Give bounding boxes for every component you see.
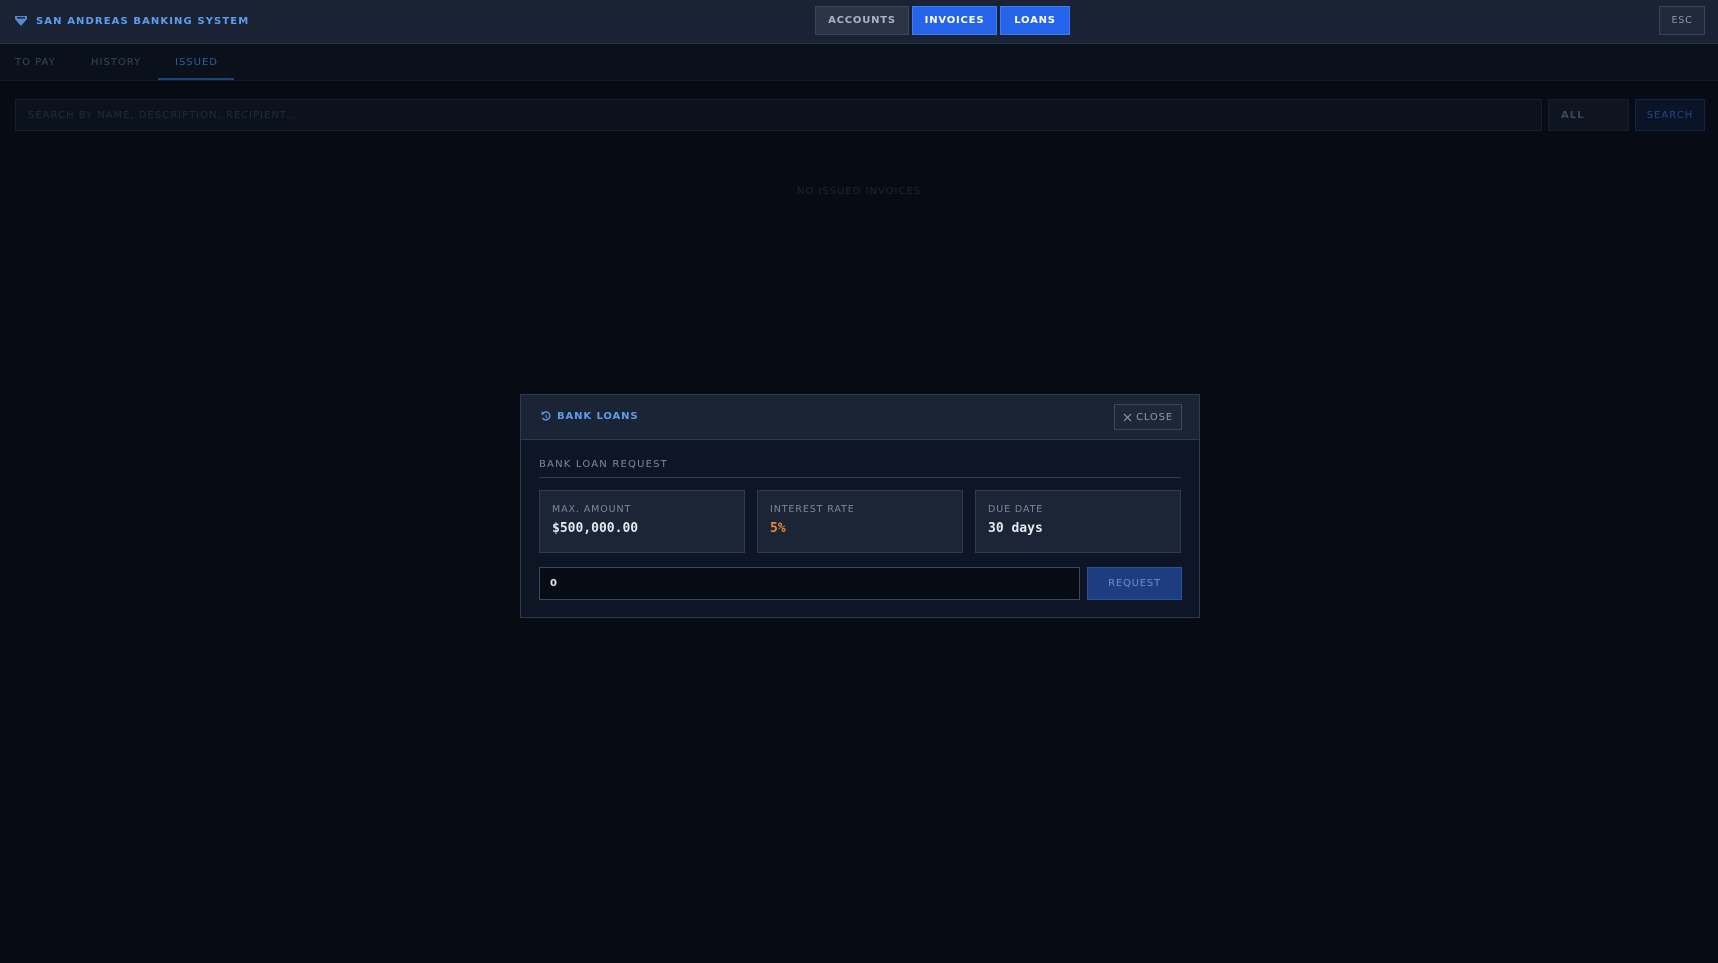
invoice-subtabs: TO PAY HISTORY ISSUED [0,44,1718,81]
stat-label: INTEREST RATE [770,504,855,515]
banking-app: SAN ANDREAS BANKING SYSTEM ACCOUNTS INVO… [0,0,1718,963]
section-title: BANK LOAN REQUEST [539,459,1181,478]
stat-value: 5% [770,521,786,536]
stat-value: $500,000.00 [552,521,639,536]
stat-label: DUE DATE [988,504,1044,515]
bank-loans-modal: BANK LOANS CLOSE BANK LOAN REQUEST MAX. … [520,394,1200,618]
subtab-to-pay[interactable]: TO PAY [15,44,56,80]
stat-label: MAX. AMOUNT [552,504,632,515]
close-label: CLOSE [1136,411,1173,423]
active-subtab-indicator [158,78,234,80]
request-button[interactable]: REQUEST [1087,567,1182,600]
filter-select[interactable]: ALL [1548,99,1629,131]
search-button[interactable]: SEARCH [1635,99,1705,131]
modal-header: BANK LOANS CLOSE [521,395,1199,440]
top-bar: SAN ANDREAS BANKING SYSTEM ACCOUNTS INVO… [0,0,1718,44]
stat-max-amount: MAX. AMOUNT $500,000.00 [539,490,745,553]
search-input[interactable]: SEARCH BY NAME, DESCRIPTION, RECIPIENT..… [15,99,1542,131]
empty-state-message: NO ISSUED INVOICES [796,186,922,197]
subtab-issued[interactable]: ISSUED [175,44,218,80]
loan-refresh-icon [541,411,551,421]
modal-title-text: BANK LOANS [557,411,639,422]
stat-interest-rate: INTEREST RATE 5% [757,490,963,553]
brand: SAN ANDREAS BANKING SYSTEM [15,14,249,28]
nav-tab-loans[interactable]: LOANS [1000,6,1070,35]
stat-value: 30 days [988,521,1043,536]
shield-icon [15,16,27,26]
stat-due-date: DUE DATE 30 days [975,490,1181,553]
app-title: SAN ANDREAS BANKING SYSTEM [36,15,250,27]
close-button[interactable]: CLOSE [1114,404,1182,430]
loan-amount-input[interactable]: 0 [539,567,1080,600]
close-icon [1123,413,1132,421]
main-nav: ACCOUNTS INVOICES LOANS [815,6,1070,35]
modal-title: BANK LOANS [541,411,639,422]
nav-tab-accounts[interactable]: ACCOUNTS [815,6,909,35]
nav-tab-invoices[interactable]: INVOICES [912,6,997,35]
subtab-history[interactable]: HISTORY [91,44,141,80]
esc-button[interactable]: ESC [1659,6,1705,35]
